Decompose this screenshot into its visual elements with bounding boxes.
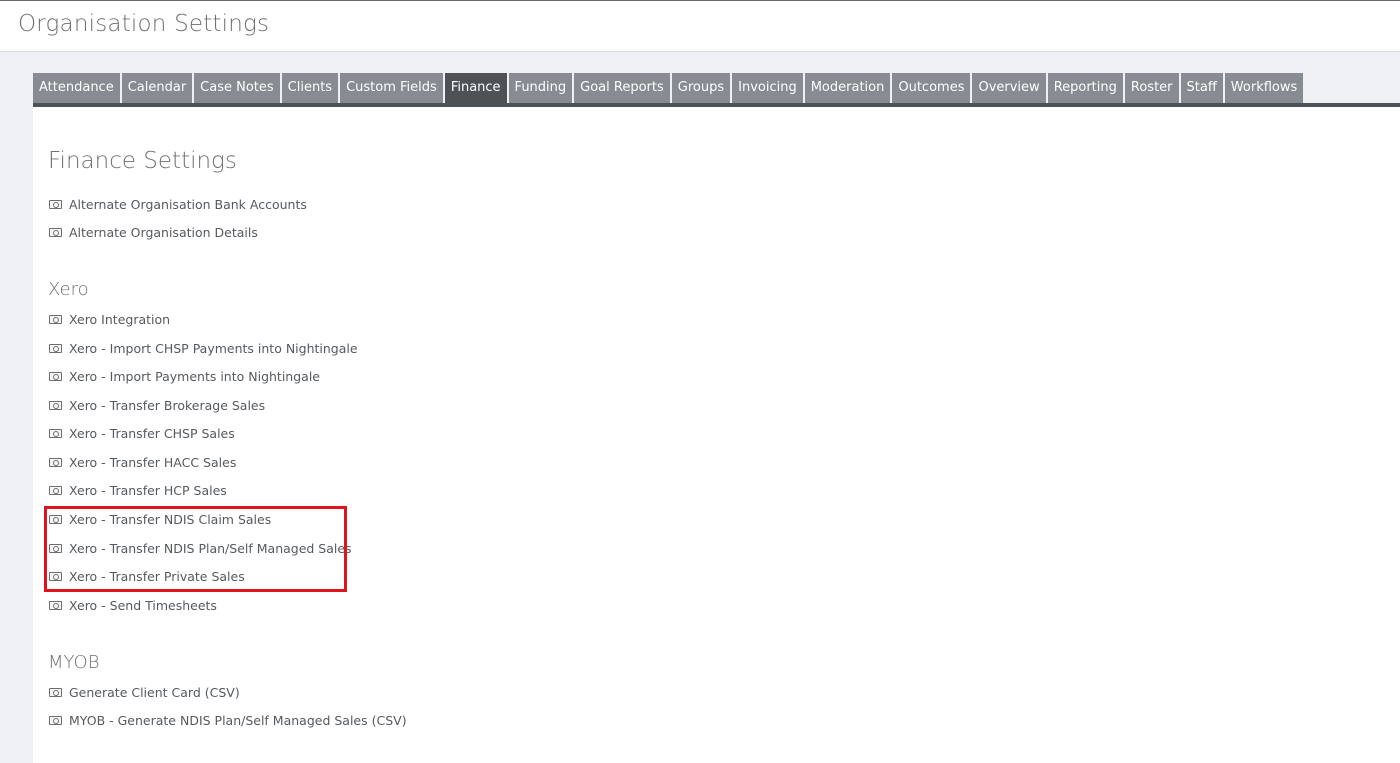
xero-section-title: Xero: [48, 279, 89, 300]
link-label: Generate Client Card (CSV): [69, 684, 240, 700]
tab-reporting[interactable]: Reporting: [1047, 73, 1123, 103]
link-label: Xero - Transfer NDIS Claim Sales: [69, 511, 272, 527]
link-xero-send-timesheets[interactable]: Xero - Send Timesheets: [49, 595, 217, 615]
link-myob-generate-ndis-sales[interactable]: MYOB - Generate NDIS Plan/Self Managed S…: [49, 710, 407, 730]
link-xero-transfer-hcp-sales[interactable]: Xero - Transfer HCP Sales: [49, 480, 227, 500]
link-label: Xero - Send Timesheets: [69, 597, 217, 613]
money-icon: [49, 227, 62, 237]
link-label: Xero - Transfer HACC Sales: [69, 454, 237, 470]
link-label: Xero - Transfer Brokerage Sales: [69, 397, 266, 413]
link-generate-client-card[interactable]: Generate Client Card (CSV): [49, 682, 240, 702]
money-icon: [49, 715, 62, 725]
link-label: Alternate Organisation Details: [69, 224, 258, 240]
link-xero-transfer-ndis-claim-sales[interactable]: Xero - Transfer NDIS Claim Sales: [49, 509, 271, 529]
link-label: Xero - Transfer Private Sales: [69, 568, 245, 584]
link-xero-integration[interactable]: Xero Integration: [49, 309, 170, 329]
money-icon: [49, 687, 62, 697]
tab-calendar[interactable]: Calendar: [121, 73, 193, 103]
tab-moderation[interactable]: Moderation: [804, 73, 891, 103]
tab-clients[interactable]: Clients: [281, 73, 339, 103]
tab-custom-fields[interactable]: Custom Fields: [340, 73, 443, 103]
link-alternate-organisation-details[interactable]: Alternate Organisation Details: [49, 222, 258, 242]
link-alternate-bank-accounts[interactable]: Alternate Organisation Bank Accounts: [49, 194, 307, 214]
tab-case-notes[interactable]: Case Notes: [194, 73, 280, 103]
link-label: Xero - Import Payments into Nightingale: [69, 368, 320, 384]
money-icon: [49, 343, 62, 353]
link-xero-transfer-private-sales[interactable]: Xero - Transfer Private Sales: [49, 566, 245, 586]
link-xero-transfer-hacc-sales[interactable]: Xero - Transfer HACC Sales: [49, 452, 236, 472]
money-icon: [49, 400, 62, 410]
money-icon: [49, 485, 62, 495]
money-icon: [49, 571, 62, 581]
tab-finance[interactable]: Finance: [444, 73, 507, 103]
link-label: Xero - Import CHSP Payments into Nightin…: [69, 340, 358, 356]
money-icon: [49, 428, 62, 438]
money-icon: [49, 514, 62, 524]
finance-settings-panel: Finance Settings Alternate Organisation …: [33, 107, 1400, 763]
myob-section-title: MYOB: [48, 652, 100, 673]
money-icon: [49, 543, 62, 553]
link-label: MYOB - Generate NDIS Plan/Self Managed S…: [69, 712, 407, 728]
link-xero-import-chsp-payments[interactable]: Xero - Import CHSP Payments into Nightin…: [49, 338, 358, 358]
link-label: Alternate Organisation Bank Accounts: [69, 196, 307, 212]
money-icon: [49, 314, 62, 324]
tab-attendance[interactable]: Attendance: [33, 73, 120, 103]
money-icon: [49, 371, 62, 381]
tab-funding[interactable]: Funding: [508, 73, 573, 103]
finance-settings-title: Finance Settings: [48, 148, 237, 174]
money-icon: [49, 600, 62, 610]
tab-goal-reports[interactable]: Goal Reports: [574, 73, 670, 103]
link-label: Xero Integration: [69, 311, 171, 327]
link-xero-transfer-chsp-sales[interactable]: Xero - Transfer CHSP Sales: [49, 423, 235, 443]
tab-invoicing[interactable]: Invoicing: [732, 73, 803, 103]
tab-outcomes[interactable]: Outcomes: [892, 73, 971, 103]
link-xero-transfer-brokerage-sales[interactable]: Xero - Transfer Brokerage Sales: [49, 395, 265, 415]
money-icon: [49, 199, 62, 209]
link-xero-transfer-ndis-plan-sales[interactable]: Xero - Transfer NDIS Plan/Self Managed S…: [49, 538, 352, 558]
tab-workflows[interactable]: Workflows: [1224, 73, 1304, 103]
settings-tabs: Attendance Calendar Case Notes Clients C…: [33, 73, 1305, 103]
page-title: Organisation Settings: [18, 11, 270, 37]
tab-roster[interactable]: Roster: [1124, 73, 1179, 103]
money-icon: [49, 457, 62, 467]
link-label: Xero - Transfer NDIS Plan/Self Managed S…: [69, 540, 352, 556]
link-xero-import-payments[interactable]: Xero - Import Payments into Nightingale: [49, 366, 320, 386]
tab-overview[interactable]: Overview: [972, 73, 1046, 103]
tab-staff[interactable]: Staff: [1180, 73, 1223, 103]
link-label: Xero - Transfer HCP Sales: [69, 482, 227, 498]
tab-groups[interactable]: Groups: [671, 73, 731, 103]
header-bar: Organisation Settings: [0, 0, 1400, 52]
link-label: Xero - Transfer CHSP Sales: [69, 425, 235, 441]
